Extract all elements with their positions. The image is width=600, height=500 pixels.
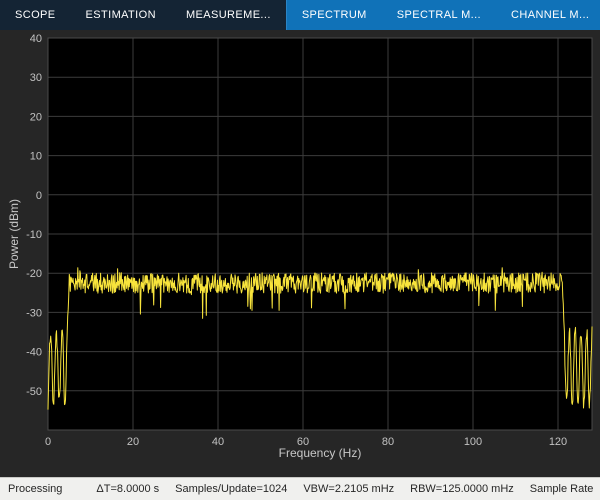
- tab-estimation[interactable]: ESTIMATION: [71, 0, 171, 30]
- tab-measurements[interactable]: MEASUREME...: [171, 0, 286, 30]
- y-axis-label: Power (dBm): [7, 198, 21, 270]
- status-metrics: ΔT=8.0000 s Samples/Update=1024 VBW=2.21…: [96, 483, 600, 495]
- status-vbw: VBW=2.2105 mHz: [303, 483, 395, 495]
- status-samples-per-update: Samples/Update=1024: [175, 483, 288, 495]
- spectrum-plot[interactable]: 0 20 40 60 80 100 120403020100-10-20-30-40-50: [0, 30, 600, 478]
- y-tick-label: 30: [30, 72, 42, 84]
- status-bar: Processing ΔT=8.0000 s Samples/Update=10…: [0, 477, 600, 500]
- tab-scope[interactable]: SCOPE: [0, 0, 71, 30]
- status-rbw: RBW=125.0000 mHz: [410, 483, 514, 495]
- tab-spectral-mask[interactable]: SPECTRAL M...: [382, 0, 496, 30]
- spectrum-analyzer-window: SCOPE ESTIMATION MEASUREME... SPECTRUM S…: [0, 0, 600, 500]
- status-delta-t: ΔT=8.0000 s: [96, 483, 160, 495]
- y-tick-label: -40: [26, 347, 42, 359]
- status-sample-rate: Sample Rate: [529, 483, 594, 495]
- status-processing-label: Processing: [8, 483, 63, 495]
- y-tick-label: -20: [26, 268, 42, 280]
- y-tick-label: 20: [30, 111, 42, 123]
- y-tick-label: 10: [30, 151, 42, 163]
- y-tick-label: -30: [26, 307, 42, 319]
- tab-channel-measurements[interactable]: CHANNEL M...: [496, 0, 600, 30]
- y-tick-label: 40: [30, 33, 42, 45]
- y-tick-label: -50: [26, 386, 42, 398]
- tab-spectrum[interactable]: SPECTRUM: [287, 0, 382, 30]
- y-tick-label: -10: [26, 229, 42, 241]
- y-tick-label: 0: [36, 190, 42, 202]
- x-axis-label: Frequency (Hz): [278, 446, 362, 460]
- toolstrip-tab-bar: SCOPE ESTIMATION MEASUREME... SPECTRUM S…: [0, 0, 600, 30]
- spectrum-figure: 0 20 40 60 80 100 120 40 30 20 10 0 -10 -20 -30 -40 -50 …: [0, 30, 600, 478]
- spectrum-tab-group: SPECTRUM SPECTRAL M... CHANNEL M... •••: [285, 0, 600, 30]
